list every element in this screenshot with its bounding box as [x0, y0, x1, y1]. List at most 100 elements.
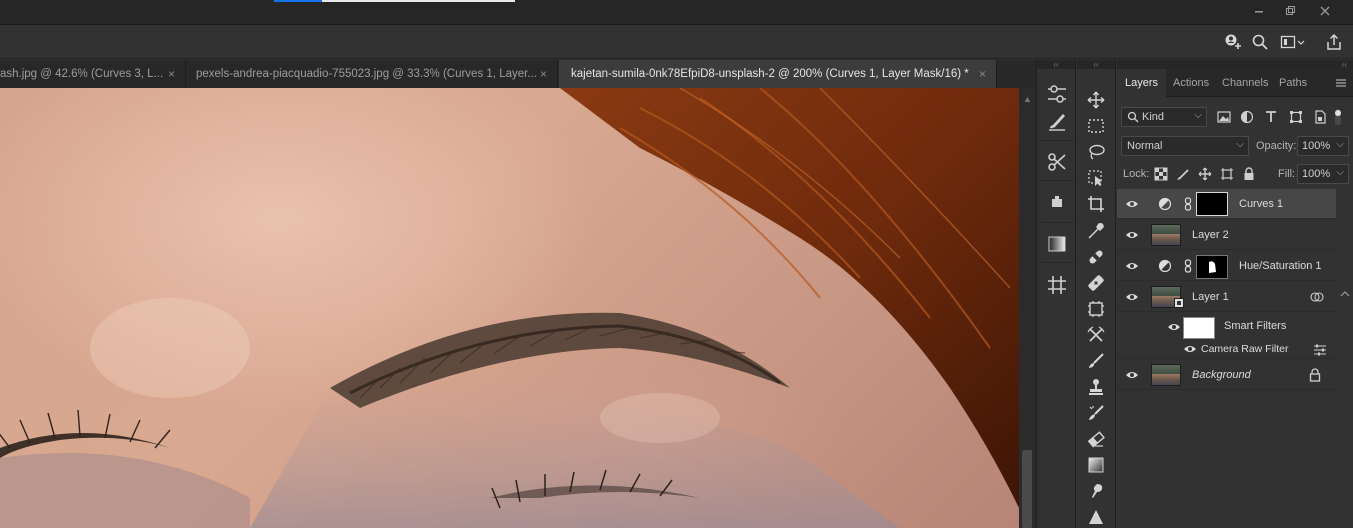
layer-row-layer-2[interactable]: Layer 2 — [1117, 220, 1336, 250]
layer-row-curves-1[interactable]: Curves 1 — [1117, 189, 1336, 219]
tab-actions[interactable]: Actions — [1173, 69, 1209, 97]
filter-type-icon[interactable] — [1263, 109, 1279, 125]
visibility-eye-icon[interactable] — [1125, 290, 1139, 304]
clone-source-icon[interactable] — [1045, 150, 1069, 174]
opacity-field[interactable]: 100% ⌵ — [1297, 136, 1349, 156]
document-tab-active[interactable]: kajetan-sumila-0nk78EfpiD8-unsplash-2 @ … — [559, 60, 997, 88]
blend-mode-value: Normal — [1127, 140, 1163, 152]
actions-icon[interactable] — [1045, 190, 1069, 214]
document-tab-1[interactable]: ash.jpg @ 42.6% (Curves 3, L... × — [0, 60, 186, 88]
tab-layers[interactable]: Layers — [1117, 69, 1167, 97]
canvas-vertical-scrollbar[interactable]: ▲ — [1019, 88, 1036, 528]
lock-transparent-pixels-icon[interactable] — [1153, 166, 1169, 182]
brush-tool-icon[interactable] — [1085, 350, 1107, 372]
object-selection-tool-icon[interactable] — [1085, 167, 1107, 189]
lock-image-pixels-icon[interactable] — [1175, 166, 1191, 182]
gradients-icon[interactable] — [1045, 232, 1069, 256]
spot-healing-tool-icon[interactable] — [1085, 272, 1107, 294]
visibility-eye-icon[interactable] — [1125, 197, 1139, 211]
smart-filter-mask-thumbnail[interactable] — [1183, 317, 1215, 339]
filter-smart-object-icon[interactable] — [1312, 109, 1328, 125]
mask-shape — [1209, 261, 1216, 273]
scroll-up-icon[interactable]: ▲ — [1023, 94, 1032, 104]
progress-bar-blue — [274, 0, 322, 2]
document-tab-2[interactable]: pexels-andrea-piacquadio-755023.jpg @ 33… — [187, 60, 558, 88]
filter-kind-label: Kind — [1142, 111, 1165, 123]
layer-name: Hue/Saturation 1 — [1239, 260, 1322, 272]
layer-mask-thumbnail[interactable] — [1196, 192, 1228, 216]
move-tool-icon[interactable] — [1085, 89, 1107, 111]
mask-link-icon[interactable] — [1184, 259, 1192, 273]
layer-mask-thumbnail[interactable] — [1196, 255, 1228, 279]
tab-paths[interactable]: Paths — [1279, 69, 1307, 97]
sharpen-tool-icon[interactable] — [1085, 506, 1107, 528]
options-bar — [0, 25, 1353, 59]
gradient-tool-icon[interactable] — [1085, 454, 1107, 476]
tools-panel: ‹‹ — [1077, 60, 1116, 528]
eraser-tool-icon[interactable] — [1085, 428, 1107, 450]
layer-thumbnail[interactable] — [1151, 364, 1181, 386]
lock-all-icon[interactable] — [1241, 166, 1257, 182]
properties-icon[interactable] — [1045, 82, 1069, 106]
visibility-eye-icon[interactable] — [1125, 368, 1139, 382]
close-tab-icon[interactable]: × — [168, 67, 175, 81]
close-tab-icon[interactable]: × — [979, 67, 986, 81]
marquee-tool-icon[interactable] — [1085, 115, 1107, 137]
lasso-tool-icon[interactable] — [1085, 141, 1107, 163]
tab-channels[interactable]: Channels — [1222, 69, 1268, 97]
blend-mode-dropdown[interactable]: Normal ⌵ — [1121, 136, 1249, 156]
share-export-icon[interactable] — [1324, 32, 1344, 52]
filter-adjustment-icon[interactable] — [1239, 109, 1255, 125]
search-icon[interactable] — [1250, 32, 1270, 52]
mask-link-icon[interactable] — [1184, 197, 1192, 211]
scrollbar-thumb[interactable] — [1022, 450, 1032, 528]
visibility-eye-icon[interactable] — [1167, 320, 1181, 334]
panel-tabs: Layers Actions Channels Paths — [1117, 69, 1353, 97]
panel-scroll-up-icon[interactable] — [1337, 284, 1353, 528]
panel-menu-icon[interactable] — [1335, 76, 1347, 88]
visibility-eye-icon[interactable] — [1183, 342, 1197, 356]
smudge-tool-icon[interactable] — [1085, 480, 1107, 502]
visibility-eye-icon[interactable] — [1125, 259, 1139, 273]
filter-pixel-icon[interactable] — [1216, 109, 1232, 125]
lock-artboard-icon[interactable] — [1219, 166, 1235, 182]
visibility-eye-icon[interactable] — [1125, 228, 1139, 242]
restore-icon[interactable] — [1275, 0, 1305, 22]
brush-settings-icon[interactable] — [1045, 110, 1069, 134]
layer-name: Layer 1 — [1192, 291, 1229, 303]
strip-divider — [1041, 222, 1073, 223]
workspace-icon[interactable] — [1280, 32, 1306, 52]
close-tab-icon[interactable]: × — [540, 67, 547, 81]
lock-label: Lock: — [1123, 168, 1150, 180]
layer-thumbnail[interactable] — [1151, 224, 1181, 246]
crop-tool-icon[interactable] — [1085, 193, 1107, 215]
layer-row-hue-saturation-1[interactable]: Hue/Saturation 1 — [1117, 251, 1336, 281]
smart-filter-effects-icon[interactable] — [1310, 290, 1324, 304]
clone-stamp-tool-icon[interactable] — [1085, 376, 1107, 398]
filter-toggle-icon[interactable] — [1331, 107, 1345, 127]
eyedropper-tool-icon[interactable] — [1085, 220, 1107, 242]
filter-kind-dropdown[interactable]: Kind ⌵ — [1121, 107, 1207, 127]
minimize-icon[interactable] — [1244, 0, 1274, 22]
history-brush-tool-icon[interactable] — [1085, 402, 1107, 424]
grid-icon[interactable] — [1045, 273, 1069, 297]
clone-stamp-cross-icon[interactable] — [1085, 324, 1107, 346]
document-tabs: ash.jpg @ 42.6% (Curves 3, L... × pexels… — [0, 60, 1036, 88]
fill-field[interactable]: 100% ⌵ — [1297, 164, 1349, 184]
layer-row-background[interactable]: Background — [1117, 360, 1336, 390]
document-canvas[interactable] — [0, 88, 1019, 528]
share-user-icon[interactable] — [1222, 32, 1242, 52]
lock-position-icon[interactable] — [1197, 166, 1213, 182]
smart-filters-group: Smart Filters Camera Raw Filter — [1117, 313, 1336, 359]
frame-tool-icon[interactable] — [1085, 298, 1107, 320]
collapse-strip-toggle[interactable]: ‹‹ — [1037, 60, 1075, 69]
tab-title: kajetan-sumila-0nk78EfpiD8-unsplash-2 @ … — [571, 68, 969, 80]
filter-shape-icon[interactable] — [1288, 109, 1304, 125]
layer-row-layer-1[interactable]: Layer 1 — [1117, 282, 1336, 312]
collapse-panel-toggle[interactable]: ‹‹ — [1117, 60, 1353, 69]
healing-brush-tool-icon[interactable] — [1085, 246, 1107, 268]
close-window-icon[interactable] — [1310, 0, 1340, 22]
camera-raw-filter-label[interactable]: Camera Raw Filter — [1201, 343, 1289, 355]
filter-blending-options-icon[interactable] — [1313, 344, 1327, 356]
collapse-tools-toggle[interactable]: ‹‹ — [1077, 60, 1115, 69]
